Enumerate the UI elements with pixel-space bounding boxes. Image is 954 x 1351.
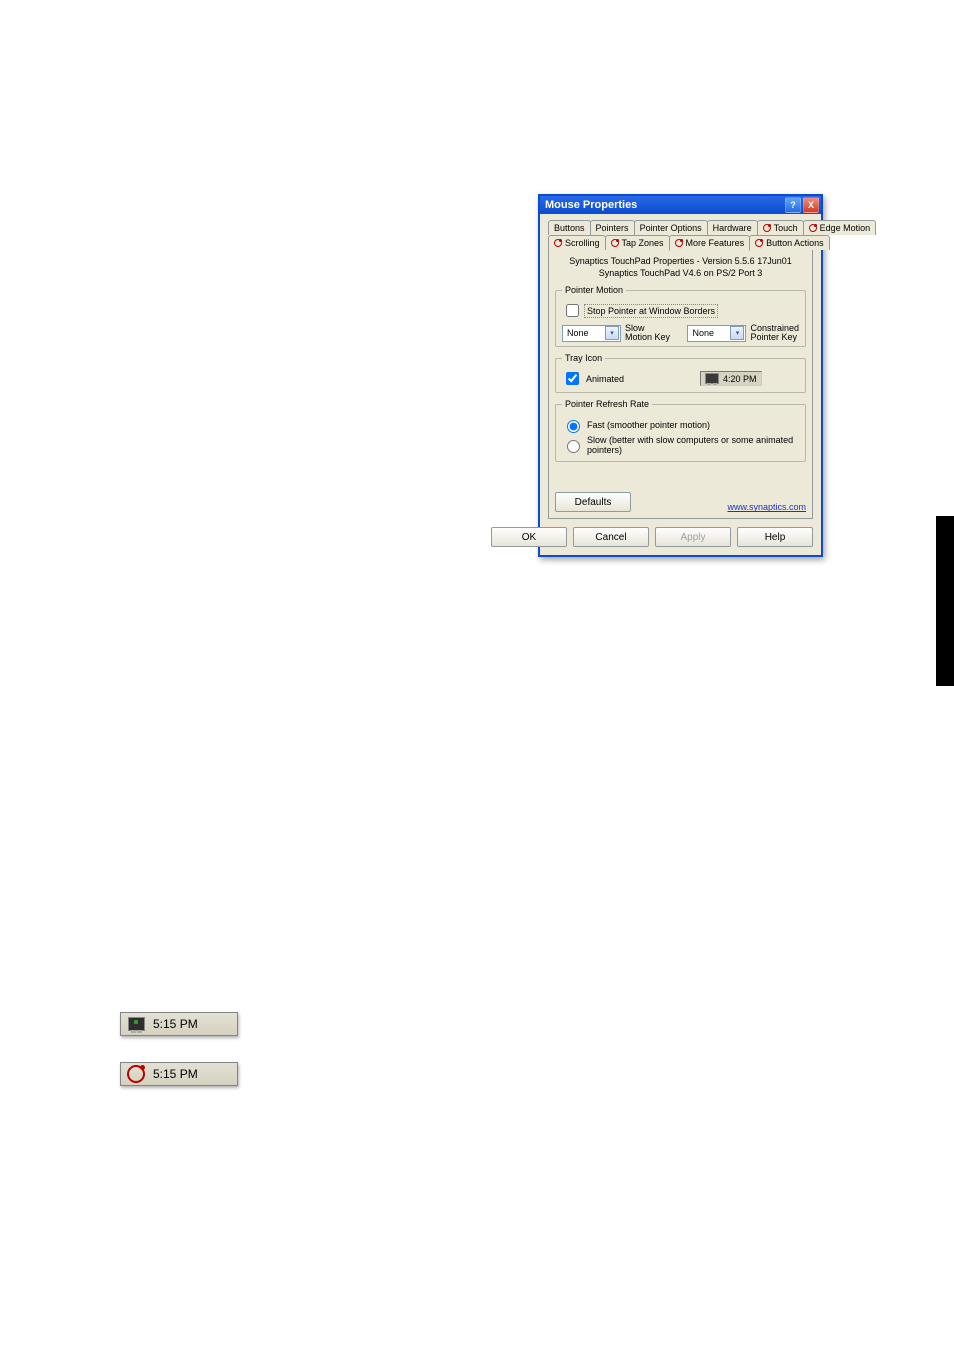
tray-time-1: 5:15 PM xyxy=(153,1017,198,1031)
tray-example-touchpad: 5:15 PM xyxy=(120,1012,238,1036)
tab-buttons[interactable]: Buttons xyxy=(548,220,591,235)
tab-pointer-options[interactable]: Pointer Options xyxy=(634,220,708,235)
synaptics-tray-icon[interactable] xyxy=(127,1066,145,1082)
combo-slow-motion-key[interactable]: None ▾ xyxy=(562,325,621,342)
apply-button[interactable]: Apply xyxy=(655,527,731,547)
lbl-slow-motion-key: Slow Motion Key xyxy=(625,324,670,342)
tabrow-2: Scrolling Tap Zones More Features Button… xyxy=(548,235,813,250)
titlebar: Mouse Properties ? X xyxy=(540,196,821,214)
device-info: Synaptics TouchPad V4.6 on PS/2 Port 3 xyxy=(555,268,806,280)
group-tray-icon: Tray Icon Animated 4:20 PM xyxy=(555,353,806,393)
ok-button[interactable]: OK xyxy=(491,527,567,547)
radio-prr-slow[interactable] xyxy=(567,440,580,453)
close-title-button[interactable]: X xyxy=(803,197,819,213)
driver-version: Synaptics TouchPad Properties - Version … xyxy=(555,256,806,268)
group-pointer-motion: Pointer Motion Stop Pointer at Window Bo… xyxy=(555,285,806,347)
tab-hardware[interactable]: Hardware xyxy=(707,220,758,235)
synaptics-link[interactable]: www.synaptics.com xyxy=(727,502,806,512)
tab-scrolling[interactable]: Scrolling xyxy=(548,235,606,250)
tabs: Buttons Pointers Pointer Options Hardwar… xyxy=(548,220,813,248)
chevron-down-icon: ▾ xyxy=(730,326,744,340)
synaptics-icon xyxy=(675,239,683,247)
page-side-tab xyxy=(936,516,954,686)
help-button[interactable]: Help xyxy=(737,527,813,547)
touchpad-tray-icon[interactable] xyxy=(127,1016,145,1032)
help-title-button[interactable]: ? xyxy=(785,197,801,213)
group-pointer-refresh-rate: Pointer Refresh Rate Fast (smoother poin… xyxy=(555,399,806,462)
lbl-constrained-pointer-key: Constrained Pointer Key xyxy=(750,324,799,342)
title-text: Mouse Properties xyxy=(545,199,637,211)
lbl-stop-at-borders: Stop Pointer at Window Borders xyxy=(586,306,716,316)
chevron-down-icon: ▾ xyxy=(605,326,619,340)
mouse-properties-dialog: Mouse Properties ? X Buttons Pointers Po… xyxy=(538,194,823,557)
tab-touch[interactable]: Touch xyxy=(757,220,804,235)
lbl-prr-fast: Fast (smoother pointer motion) xyxy=(587,420,710,430)
tab-more-features[interactable]: More Features xyxy=(669,235,751,251)
chk-stop-at-borders[interactable] xyxy=(566,304,579,317)
tab-pointers[interactable]: Pointers xyxy=(590,220,635,235)
legend-prr: Pointer Refresh Rate xyxy=(562,399,652,409)
synaptics-icon xyxy=(554,239,562,247)
combo-constrained-pointer-key-value: None xyxy=(692,328,714,338)
legend-tray-icon: Tray Icon xyxy=(562,353,605,363)
tabpage-more-features: Synaptics TouchPad Properties - Version … xyxy=(548,247,813,519)
tabrow-1: Buttons Pointers Pointer Options Hardwar… xyxy=(548,220,813,235)
radio-prr-fast[interactable] xyxy=(567,420,580,433)
tab-edge-motion[interactable]: Edge Motion xyxy=(803,220,877,235)
synaptics-icon xyxy=(755,239,763,247)
cancel-button[interactable]: Cancel xyxy=(573,527,649,547)
tray-preview-time: 4:20 PM xyxy=(723,374,757,384)
synaptics-icon xyxy=(611,239,619,247)
tab-button-actions[interactable]: Button Actions xyxy=(749,235,830,250)
legend-pointer-motion: Pointer Motion xyxy=(562,285,626,295)
combo-constrained-pointer-key[interactable]: None ▾ xyxy=(687,325,746,342)
dialog-client: Buttons Pointers Pointer Options Hardwar… xyxy=(540,214,821,555)
touchpad-icon xyxy=(705,373,719,384)
chk-animated[interactable] xyxy=(566,372,579,385)
tab-tap-zones[interactable]: Tap Zones xyxy=(605,235,670,250)
dialog-buttons: OK Cancel Apply Help xyxy=(548,519,813,547)
tray-time-2: 5:15 PM xyxy=(153,1067,198,1081)
tray-preview: 4:20 PM xyxy=(700,371,762,386)
tray-example-synaptics: 5:15 PM xyxy=(120,1062,238,1086)
lbl-prr-slow: Slow (better with slow computers or some… xyxy=(587,435,799,455)
driver-info: Synaptics TouchPad Properties - Version … xyxy=(555,256,806,279)
defaults-button[interactable]: Defaults xyxy=(555,492,631,512)
synaptics-icon xyxy=(809,224,817,232)
combo-slow-motion-key-value: None xyxy=(567,328,589,338)
synaptics-icon xyxy=(763,224,771,232)
lbl-animated: Animated xyxy=(586,374,624,384)
